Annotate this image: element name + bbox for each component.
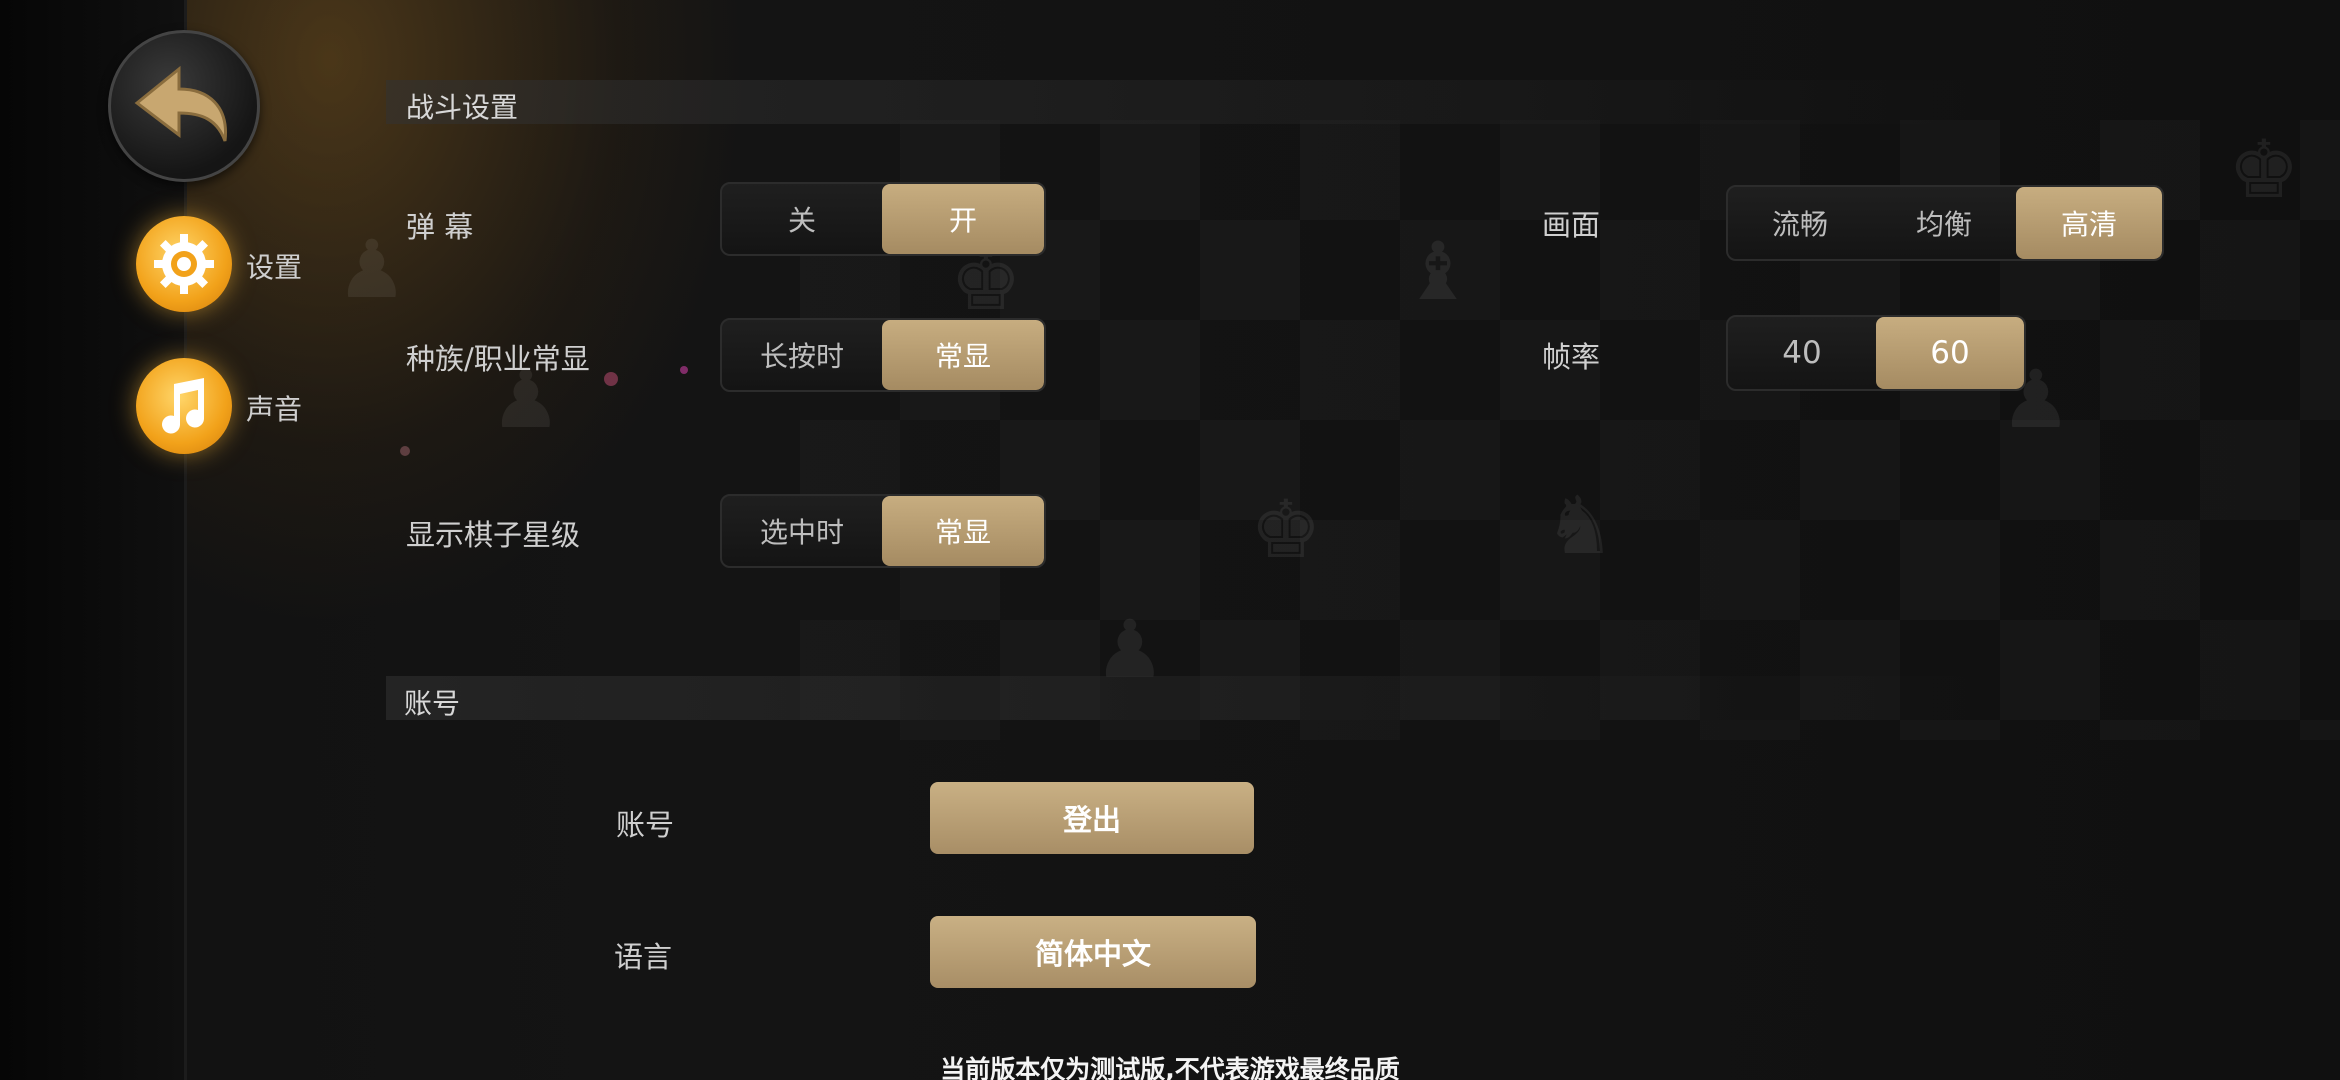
- spark-decoration: [680, 366, 688, 374]
- back-arrow-icon: [134, 65, 227, 142]
- race-class-toggle: 长按时 常显: [720, 318, 1046, 392]
- framerate-toggle: 40 60: [1726, 315, 2026, 391]
- settings-screen: ♚ ♟ ♚ ♝ ♟ ♟ ♚ ♞ ♟ 设置 声音 战斗设置 弹 幕 关 开 种族/…: [0, 0, 2340, 1080]
- gear-icon: [136, 216, 232, 312]
- background-knight-icon: ♞: [1544, 479, 1616, 572]
- framerate-option-60[interactable]: 60: [1876, 317, 2024, 389]
- race-class-option-hold[interactable]: 长按时: [722, 320, 882, 390]
- background-king-icon: ♚: [1250, 483, 1322, 576]
- star-level-option-selected[interactable]: 选中时: [722, 496, 882, 566]
- logout-button[interactable]: 登出: [930, 782, 1254, 854]
- background-bishop-icon: ♝: [1402, 225, 1474, 318]
- section-title: 账号: [404, 687, 461, 720]
- background-pawn-icon: ♟: [336, 223, 408, 316]
- race-class-label: 种族/职业常显: [406, 342, 590, 376]
- music-note-icon: [136, 358, 232, 454]
- graphics-option-hd[interactable]: 高清: [2016, 187, 2162, 259]
- danmaku-option-on[interactable]: 开: [882, 184, 1044, 254]
- framerate-option-40[interactable]: 40: [1728, 317, 1876, 389]
- section-header-account: 账号: [386, 676, 1986, 720]
- background-king-icon: ♚: [2228, 123, 2300, 216]
- nav-item-label: 声音: [246, 393, 303, 426]
- nav-item-settings[interactable]: 设置: [136, 216, 336, 316]
- race-class-option-always[interactable]: 常显: [882, 320, 1044, 390]
- language-label: 语言: [614, 940, 673, 974]
- star-level-toggle: 选中时 常显: [720, 494, 1046, 568]
- account-label: 账号: [616, 808, 675, 842]
- nav-item-sound[interactable]: 声音: [136, 358, 336, 458]
- graphics-option-smooth[interactable]: 流畅: [1728, 187, 1872, 259]
- language-select-button[interactable]: 简体中文: [930, 916, 1256, 988]
- danmaku-option-off[interactable]: 关: [722, 184, 882, 254]
- graphics-quality-toggle: 流畅 均衡 高清: [1726, 185, 2164, 261]
- spark-decoration: [604, 372, 618, 386]
- test-version-notice: 当前版本仅为测试版,不代表游戏最终品质: [940, 1055, 1400, 1080]
- back-button[interactable]: [108, 30, 260, 182]
- section-title: 战斗设置: [406, 91, 519, 124]
- danmaku-label: 弹 幕: [406, 210, 474, 244]
- nav-item-label: 设置: [246, 251, 303, 284]
- star-level-option-always[interactable]: 常显: [882, 496, 1044, 566]
- section-header-battle: 战斗设置: [386, 80, 1986, 124]
- graphics-label: 画面: [1542, 208, 1601, 242]
- framerate-label: 帧率: [1542, 340, 1601, 374]
- star-level-label: 显示棋子星级: [406, 518, 581, 552]
- spark-decoration: [400, 446, 410, 456]
- danmaku-toggle: 关 开: [720, 182, 1046, 256]
- graphics-option-balanced[interactable]: 均衡: [1872, 187, 2016, 259]
